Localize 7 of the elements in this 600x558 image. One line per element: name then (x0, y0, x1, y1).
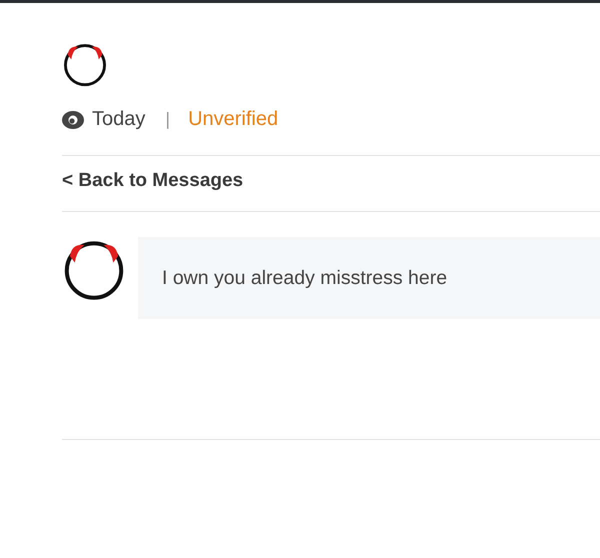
back-link[interactable]: < Back to Messages (62, 170, 244, 192)
separator: | (165, 109, 170, 130)
avatar-icon (62, 41, 108, 87)
message-bubble: I own you already misstress here (138, 237, 600, 319)
date-label: Today (92, 108, 146, 131)
eye-icon (62, 110, 84, 128)
status-label: Unverified (188, 108, 278, 131)
